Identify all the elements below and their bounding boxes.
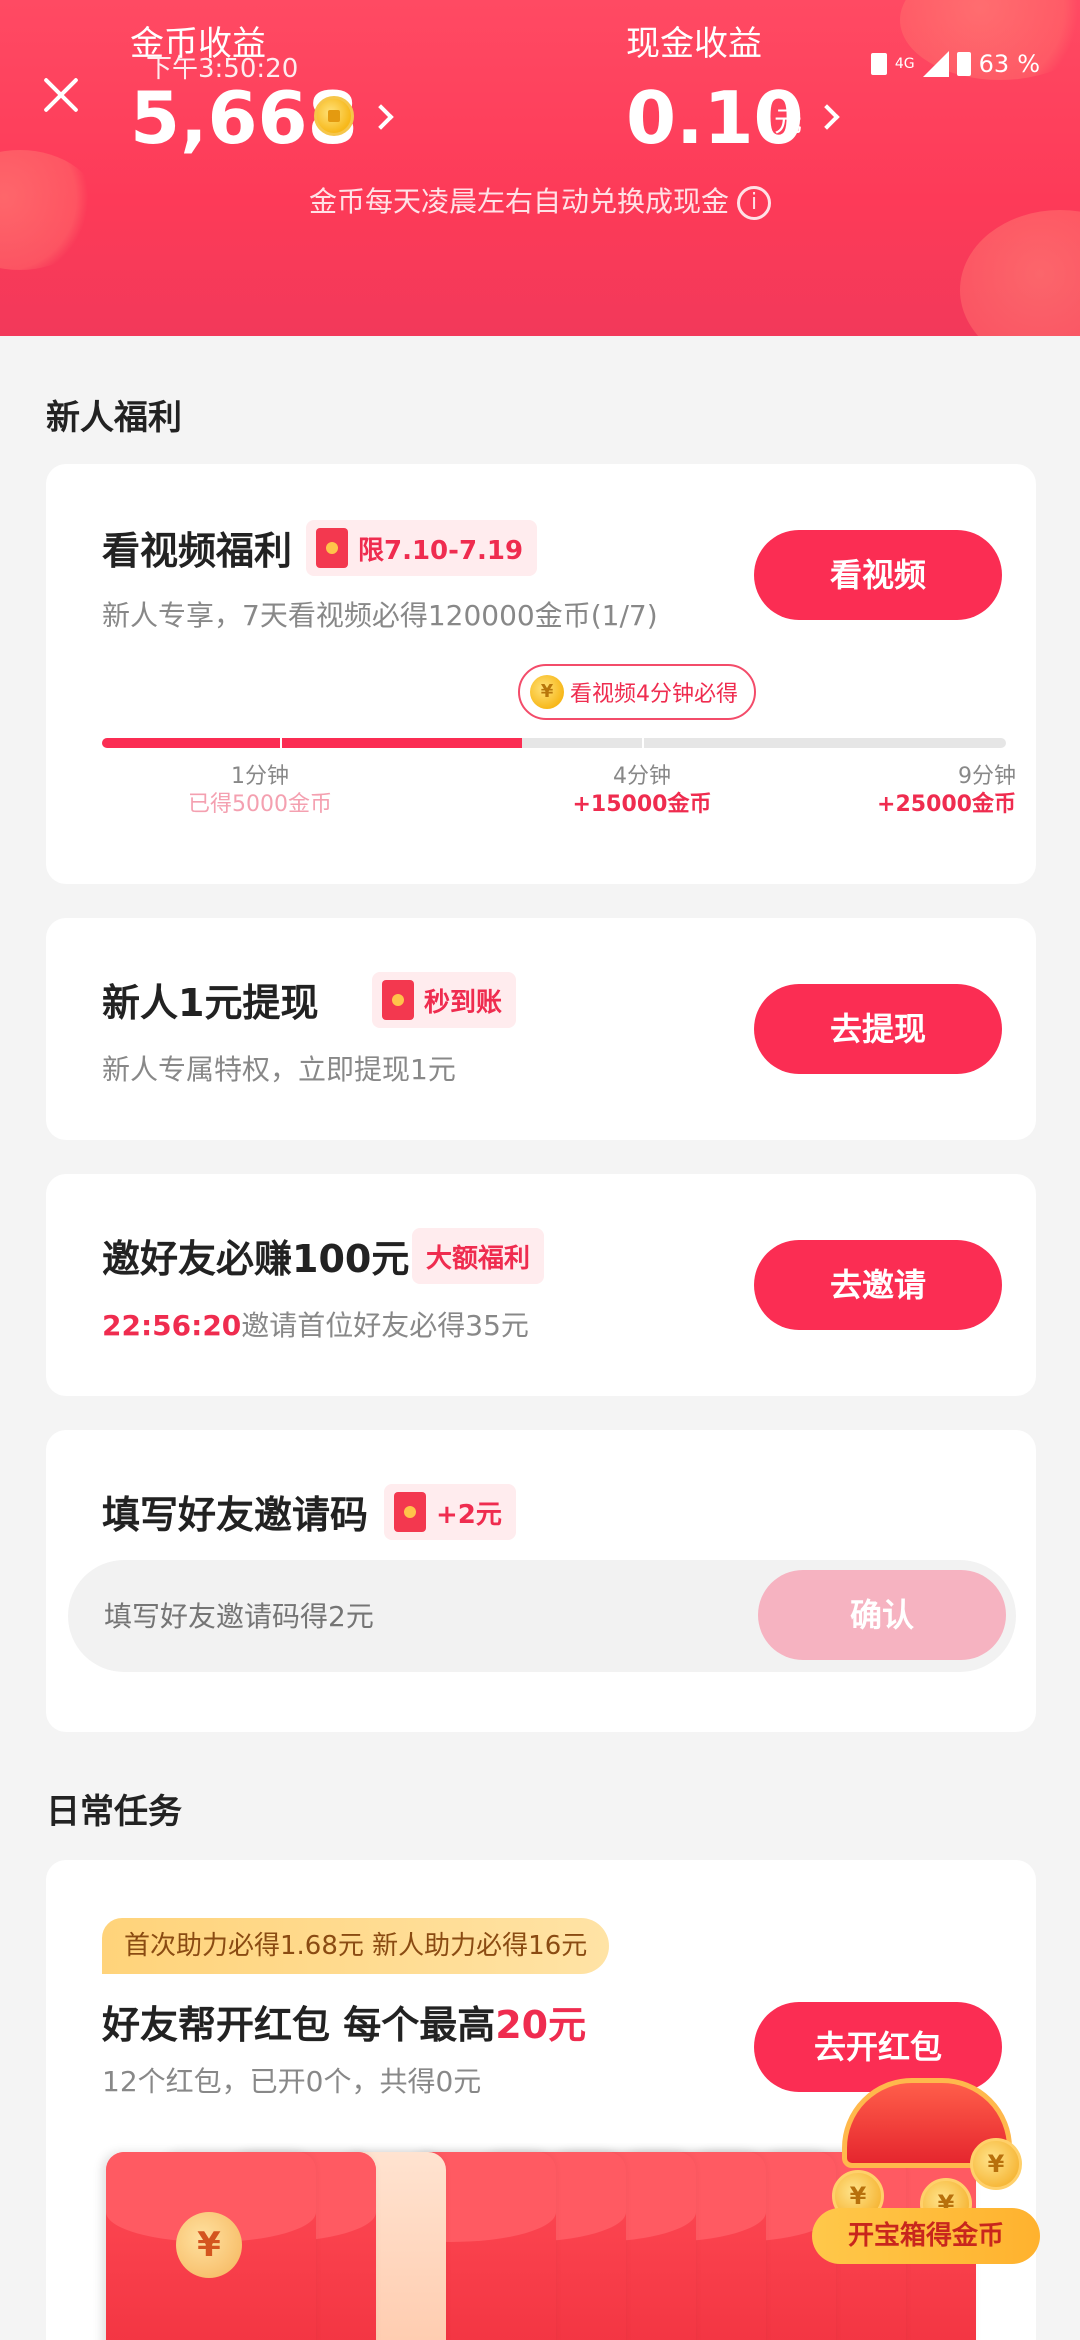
redpacket-tip: 首次助力必得1.68元 新人助力必得16元	[102, 1918, 610, 1974]
invite-sub: 邀请首位好友必得35元	[241, 1309, 529, 1342]
video-date-tag-text: 限7.10-7.19	[358, 535, 524, 566]
invite-code-tag: +2元	[384, 1484, 516, 1540]
invite-code-field: 确认	[68, 1560, 1016, 1672]
withdraw-card: 新人1元提现 秒到账 新人专属特权，立即提现1元 去提现	[46, 918, 1036, 1140]
withdraw-tag-text: 秒到账	[424, 987, 503, 1018]
milestone-1-reward: 已得5000金币	[188, 792, 332, 817]
invite-code-input[interactable]	[104, 1560, 684, 1672]
red-packet-icon	[394, 1492, 426, 1532]
video-welfare-title: 看视频福利	[102, 529, 293, 573]
status-bar: 4G 63 %	[870, 50, 1040, 78]
chevron-right-icon[interactable]	[368, 104, 394, 130]
progress-bubble-text: 看视频4分钟必得	[570, 682, 738, 707]
network-type: 4G	[894, 56, 915, 72]
cash-earnings-label: 现金收益	[626, 24, 762, 64]
cash-unit: 元	[774, 105, 803, 138]
info-icon[interactable]: i	[737, 186, 771, 220]
milestone-3-reward: +25000金币	[877, 792, 1016, 817]
withdraw-tag: 秒到账	[372, 972, 517, 1028]
red-packet-icon	[382, 980, 414, 1020]
watch-video-button[interactable]: 看视频	[754, 530, 1002, 620]
redpacket-title-amount: 20元	[495, 2003, 587, 2047]
invite-code-title: 填写好友邀请码	[102, 1493, 369, 1537]
coin-icon: ¥	[970, 2138, 1022, 2190]
progress-bubble: ¥ 看视频4分钟必得	[518, 664, 756, 720]
withdraw-title: 新人1元提现	[102, 981, 319, 1025]
open-chest-label[interactable]: 开宝箱得金币	[812, 2208, 1040, 2264]
progress-tick	[642, 736, 644, 750]
invite-card: 邀好友必赚100元 大额福利 22:56:20邀请首位好友必得35元 去邀请	[46, 1174, 1036, 1396]
invite-code-card: 填写好友邀请码 +2元 确认	[46, 1430, 1036, 1732]
video-progress-bar	[102, 736, 1006, 750]
decor-blob	[960, 210, 1080, 336]
red-envelope[interactable]: ¥	[106, 2152, 316, 2340]
battery-unit: %	[1017, 50, 1040, 78]
invite-title: 邀好友必赚100元	[102, 1237, 410, 1281]
coin-icon: ¥	[530, 675, 564, 709]
coin-icon	[314, 96, 354, 136]
battery-icon	[956, 52, 971, 76]
vibrate-icon	[870, 53, 887, 75]
invite-tag: 大额福利	[412, 1228, 545, 1284]
chevron-right-icon[interactable]	[814, 104, 840, 130]
yuan-seal-icon: ¥	[176, 2212, 242, 2278]
milestone-2-reward: +15000金币	[572, 792, 712, 817]
close-icon[interactable]	[38, 72, 84, 118]
red-packet-icon	[316, 528, 348, 568]
section-title-newbie: 新人福利	[46, 398, 182, 438]
progress-tick	[280, 736, 282, 750]
video-date-tag: 限7.10-7.19	[306, 520, 538, 576]
redpacket-title-text: 好友帮开红包 每个最高	[102, 2003, 496, 2047]
exchange-note-text: 金币每天凌晨左右自动兑换成现金	[308, 185, 729, 218]
withdraw-sub: 新人专属特权，立即提现1元	[102, 1053, 456, 1086]
section-title-daily: 日常任务	[46, 1792, 182, 1832]
battery-level: 63	[978, 50, 1010, 78]
video-progress-fill	[102, 738, 523, 748]
invite-sub-row: 22:56:20邀请首位好友必得35元	[102, 1304, 529, 1344]
redpacket-title: 好友帮开红包 每个最高20元	[102, 1994, 586, 2049]
redpacket-sub: 12个红包，已开0个，共得0元	[102, 2065, 482, 2098]
withdraw-button[interactable]: 去提现	[754, 984, 1002, 1074]
invite-countdown: 22:56:20	[102, 1309, 242, 1342]
video-welfare-sub: 新人专享，7天看视频必得120000金币(1/7)	[102, 599, 658, 632]
invite-button[interactable]: 去邀请	[754, 1240, 1002, 1330]
confirm-button[interactable]: 确认	[758, 1570, 1006, 1660]
signal-icon	[922, 51, 949, 77]
invite-code-tag-text: +2元	[436, 1499, 502, 1530]
exchange-note: 金币每天凌晨左右自动兑换成现金 i	[0, 180, 1080, 220]
video-welfare-card: 看视频福利 限7.10-7.19 新人专享，7天看视频必得120000金币(1/…	[46, 464, 1036, 884]
header: 金币收益 下午3:50:20 5,668 现金收益 0.10 元 4G 63 %…	[0, 0, 1080, 336]
